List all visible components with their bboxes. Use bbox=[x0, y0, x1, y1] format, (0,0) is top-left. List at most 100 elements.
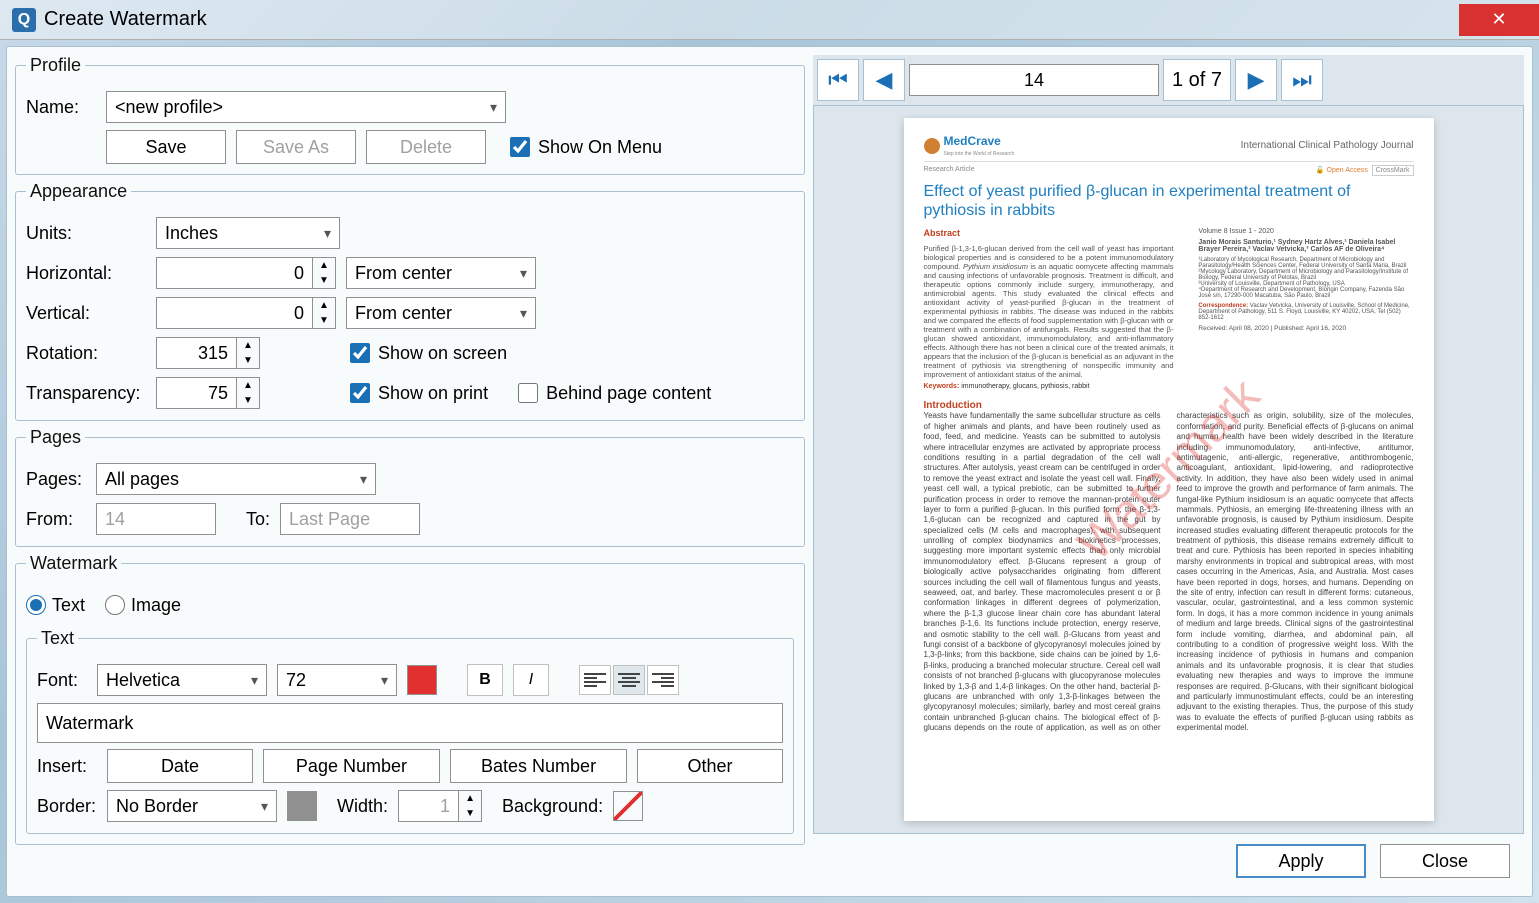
insert-bates-button[interactable]: Bates Number bbox=[450, 749, 627, 783]
behind-checkbox[interactable] bbox=[518, 383, 538, 403]
border-color-swatch[interactable] bbox=[287, 791, 317, 821]
document-preview: MedCrave Step into the World of Research… bbox=[904, 118, 1434, 821]
titlebar: Q Create Watermark ✕ bbox=[0, 0, 1539, 40]
keywords: immunotherapy, glucans, pythiosis, rabbi… bbox=[961, 383, 1089, 390]
align-center-button[interactable] bbox=[613, 665, 645, 695]
next-page-button[interactable]: ▶ bbox=[1235, 59, 1277, 101]
profile-name-select[interactable]: <new profile> bbox=[106, 91, 506, 123]
w-spin-down[interactable]: ▼ bbox=[459, 806, 481, 821]
show-print-label: Show on print bbox=[378, 383, 488, 404]
horizontal-input[interactable] bbox=[156, 257, 312, 289]
horizontal-label: Horizontal: bbox=[26, 263, 146, 284]
background-color-swatch[interactable] bbox=[613, 791, 643, 821]
show-menu-checkbox[interactable] bbox=[510, 137, 530, 157]
w-spin-up[interactable]: ▲ bbox=[459, 791, 481, 806]
text-radio[interactable] bbox=[26, 595, 46, 615]
trans-spin-down[interactable]: ▼ bbox=[237, 393, 259, 408]
transparency-spinner[interactable]: ▲▼ bbox=[156, 377, 260, 409]
vertical-input[interactable] bbox=[156, 297, 312, 329]
image-radio-label[interactable]: Image bbox=[105, 595, 181, 616]
preview-pane: MedCrave Step into the World of Research… bbox=[813, 105, 1524, 834]
pages-group: Pages Pages: All pages From: To: bbox=[15, 427, 805, 547]
horizontal-spinner[interactable]: ▲▼ bbox=[156, 257, 336, 289]
units-select[interactable]: Inches bbox=[156, 217, 340, 249]
app-icon: Q bbox=[12, 8, 36, 32]
intro-heading: Introduction bbox=[924, 400, 1414, 411]
affiliations: ¹Laboratory of Mycological Research, Dep… bbox=[1198, 257, 1413, 299]
article-type: Research Article bbox=[924, 166, 975, 174]
from-input bbox=[96, 503, 216, 535]
text-subgroup-legend: Text bbox=[37, 628, 78, 649]
show-print-checkbox[interactable] bbox=[350, 383, 370, 403]
journal-name: International Clinical Pathology Journal bbox=[1241, 140, 1414, 151]
delete-button[interactable]: Delete bbox=[366, 130, 486, 164]
text-color-swatch[interactable] bbox=[407, 665, 437, 695]
v-spin-down[interactable]: ▼ bbox=[313, 313, 335, 328]
insert-date-button[interactable]: Date bbox=[107, 749, 253, 783]
page-number-input[interactable] bbox=[909, 64, 1159, 96]
window-close-button[interactable]: ✕ bbox=[1459, 4, 1539, 36]
save-as-button[interactable]: Save As bbox=[236, 130, 356, 164]
abstract-heading: Abstract bbox=[924, 228, 1187, 238]
insert-other-button[interactable]: Other bbox=[637, 749, 783, 783]
article-title: Effect of yeast purified β-glucan in exp… bbox=[924, 182, 1414, 220]
show-menu-label: Show On Menu bbox=[538, 137, 662, 158]
font-size-select[interactable]: 72 bbox=[277, 664, 397, 696]
save-button[interactable]: Save bbox=[106, 130, 226, 164]
intro-body: Yeasts have fundamentally the same subce… bbox=[924, 411, 1414, 733]
show-screen-checkbox[interactable] bbox=[350, 343, 370, 363]
abstract-text: Purified β-1,3-1,6-glucan derived from t… bbox=[924, 244, 1174, 379]
page-navigation: ⏮ ◀ 1 of 7 ▶ ⏭ bbox=[813, 55, 1524, 105]
text-subgroup: Text Font: Helvetica 72 B I bbox=[26, 628, 794, 834]
from-label: From: bbox=[26, 509, 86, 530]
open-access-badge: 🔓 Open Access bbox=[1316, 167, 1368, 174]
transparency-input[interactable] bbox=[156, 377, 236, 409]
background-label: Background: bbox=[502, 796, 603, 817]
rot-spin-down[interactable]: ▼ bbox=[237, 353, 259, 368]
units-label: Units: bbox=[26, 223, 146, 244]
border-select[interactable]: No Border bbox=[107, 790, 277, 822]
pages-label: Pages: bbox=[26, 469, 86, 490]
italic-button[interactable]: I bbox=[513, 664, 549, 696]
image-radio[interactable] bbox=[105, 595, 125, 615]
h-spin-down[interactable]: ▼ bbox=[313, 273, 335, 288]
h-spin-up[interactable]: ▲ bbox=[313, 258, 335, 273]
appearance-legend: Appearance bbox=[26, 181, 131, 202]
prev-page-button[interactable]: ◀ bbox=[863, 59, 905, 101]
brand-logo-icon bbox=[924, 138, 940, 154]
rotation-input[interactable] bbox=[156, 337, 236, 369]
transparency-label: Transparency: bbox=[26, 383, 146, 404]
rotation-spinner[interactable]: ▲▼ bbox=[156, 337, 260, 369]
apply-button[interactable]: Apply bbox=[1236, 844, 1366, 878]
rotation-label: Rotation: bbox=[26, 343, 146, 364]
last-page-button[interactable]: ⏭ bbox=[1281, 59, 1323, 101]
profile-legend: Profile bbox=[26, 55, 85, 76]
insert-label: Insert: bbox=[37, 756, 97, 777]
horizontal-from-select[interactable]: From center bbox=[346, 257, 536, 289]
bold-button[interactable]: B bbox=[467, 664, 503, 696]
text-radio-label[interactable]: Text bbox=[26, 595, 85, 616]
vertical-from-select[interactable]: From center bbox=[346, 297, 536, 329]
vertical-spinner[interactable]: ▲▼ bbox=[156, 297, 336, 329]
align-left-button[interactable] bbox=[579, 665, 611, 695]
close-button[interactable]: Close bbox=[1380, 844, 1510, 878]
show-screen-label: Show on screen bbox=[378, 343, 507, 364]
rot-spin-up[interactable]: ▲ bbox=[237, 338, 259, 353]
pages-select[interactable]: All pages bbox=[96, 463, 376, 495]
insert-page-button[interactable]: Page Number bbox=[263, 749, 440, 783]
authors: Janio Morais Santurio,¹ Sydney Hartz Alv… bbox=[1198, 239, 1413, 253]
font-select[interactable]: Helvetica bbox=[97, 664, 267, 696]
width-spinner[interactable]: ▲▼ bbox=[398, 790, 482, 822]
watermark-text-input[interactable] bbox=[37, 703, 783, 743]
name-label: Name: bbox=[26, 97, 96, 118]
appearance-group: Appearance Units: Inches Horizontal: ▲▼ … bbox=[15, 181, 805, 421]
font-label: Font: bbox=[37, 670, 87, 691]
width-label: Width: bbox=[337, 796, 388, 817]
pages-legend: Pages bbox=[26, 427, 85, 448]
window-title: Create Watermark bbox=[44, 8, 207, 31]
brand-tagline: Step into the World of Research bbox=[944, 151, 1015, 157]
trans-spin-up[interactable]: ▲ bbox=[237, 378, 259, 393]
v-spin-up[interactable]: ▲ bbox=[313, 298, 335, 313]
first-page-button[interactable]: ⏮ bbox=[817, 59, 859, 101]
align-right-button[interactable] bbox=[647, 665, 679, 695]
